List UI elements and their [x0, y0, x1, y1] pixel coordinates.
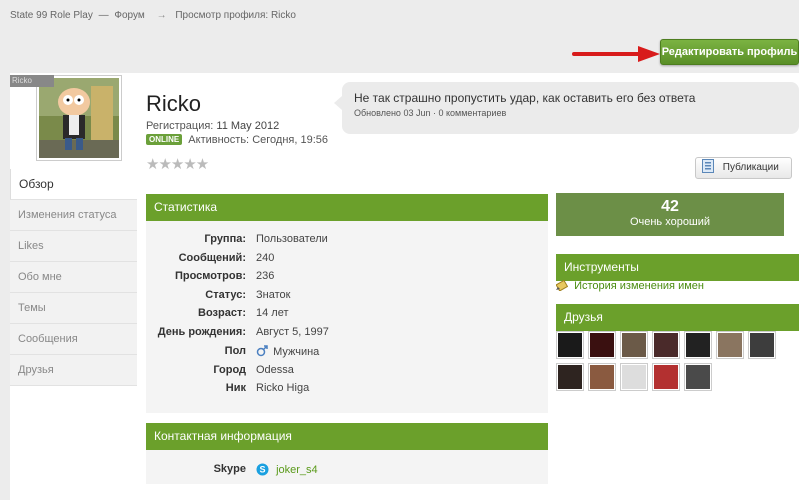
reputation-label: Очень хороший	[629, 216, 711, 228]
friend-avatar[interactable]	[620, 331, 648, 359]
registration-label: Регистрация:	[146, 120, 214, 132]
friend-avatar[interactable]	[684, 331, 712, 359]
friend-avatar-image	[558, 333, 582, 357]
publications-button[interactable]: Публикации	[695, 157, 792, 179]
skype-value-wrap: S joker_s4	[256, 463, 318, 476]
breadcrumb-separator: →	[156, 10, 167, 21]
profile-main: Ricko Обзор Изменения статуса Likes Обо …	[10, 73, 799, 500]
svg-text:S: S	[259, 465, 265, 475]
sidenav-item-friends[interactable]: Друзья	[10, 355, 137, 386]
stat-key: Город	[213, 364, 246, 376]
publications-label: Публикации	[722, 162, 779, 173]
sidenav-item-overview[interactable]: Обзор	[10, 169, 137, 200]
sidenav-item-likes[interactable]: Likes	[10, 231, 137, 262]
friend-avatar-image	[654, 365, 678, 389]
document-icon	[702, 159, 714, 181]
friend-avatar[interactable]	[556, 363, 584, 391]
stat-value: Пользователи	[256, 233, 328, 245]
skype-link[interactable]: joker_s4	[276, 464, 318, 476]
breadcrumb-dash: —	[98, 10, 109, 21]
male-icon	[256, 345, 268, 357]
status-comments-link[interactable]: 0 комментариев	[439, 108, 507, 118]
friend-avatar-image	[590, 365, 614, 389]
friend-avatar[interactable]	[716, 331, 744, 359]
tools-header: Инструменты	[556, 254, 799, 281]
friend-avatar-image	[686, 333, 710, 357]
friends-header: Друзья	[556, 304, 799, 331]
profile-name: Ricko	[146, 91, 202, 116]
avatar-image	[39, 78, 119, 158]
skype-label: Skype	[213, 463, 246, 475]
activity-value: Сегодня, 19:56	[252, 134, 328, 146]
friend-avatar[interactable]	[684, 363, 712, 391]
stats-header: Статистика	[146, 194, 548, 221]
stat-value: 240	[256, 252, 275, 264]
stat-key: Просмотров:	[174, 270, 246, 282]
stat-value: Август 5, 1997	[256, 326, 329, 338]
gender-value: Мужчина	[273, 346, 320, 358]
friend-avatar-image	[718, 333, 742, 357]
status-bubble: Не так страшно пропустить удар, как оста…	[334, 82, 799, 134]
friend-avatar-image	[558, 365, 582, 389]
friend-avatar-image	[686, 365, 710, 389]
stat-key: Статус:	[205, 289, 246, 301]
stat-value-gender: Мужчина	[256, 345, 319, 358]
sidenav-item-status-changes[interactable]: Изменения статуса	[10, 200, 137, 231]
stat-value: 236	[256, 270, 275, 282]
stat-value: Ricko Higa	[256, 382, 310, 394]
rating-stars[interactable]: ★★★★★	[146, 155, 209, 173]
stat-value: Odessa	[256, 364, 294, 376]
stat-key: Возраст:	[198, 307, 246, 319]
friend-avatar[interactable]	[556, 331, 584, 359]
breadcrumb-forum-link[interactable]: Форум	[114, 10, 144, 21]
stat-value: 14 лет	[256, 307, 289, 319]
photo-tag: Ricko	[10, 75, 54, 87]
edit-profile-button[interactable]: Редактировать профиль	[660, 39, 799, 65]
breadcrumb: State 99 Role Play — Форум → Просмотр пр…	[10, 10, 299, 21]
breadcrumb-current: Просмотр профиля: Ricko	[175, 10, 296, 21]
profile-photo[interactable]	[36, 75, 122, 161]
friend-avatar-image	[654, 333, 678, 357]
friend-avatar[interactable]	[588, 363, 616, 391]
name-history-label: История изменения имен	[574, 280, 704, 292]
sidenav-item-posts[interactable]: Сообщения	[10, 324, 137, 355]
online-badge: ONLINE	[146, 134, 183, 145]
reputation-value: 42	[661, 198, 679, 215]
stat-key: День рождения:	[157, 326, 246, 338]
sidenav-item-topics[interactable]: Темы	[10, 293, 137, 324]
friend-avatar[interactable]	[748, 331, 776, 359]
registration-info: Регистрация: 11 May 2012	[146, 120, 279, 132]
friend-avatar-image	[750, 333, 774, 357]
reputation-box: 42 Очень хороший	[556, 193, 784, 236]
activity-info: ONLINE Активность: Сегодня, 19:56	[146, 134, 328, 146]
stat-key: Ник	[225, 382, 246, 394]
status-dot: ·	[432, 108, 436, 118]
pencil-icon	[556, 279, 568, 291]
breadcrumb-site-link[interactable]: State 99 Role Play	[10, 10, 93, 21]
status-updated: Обновлено 03 Jun	[354, 108, 431, 118]
stats-panel: Группа: Пользователи Сообщений: 240 Прос…	[146, 221, 548, 413]
stat-key: Пол	[224, 345, 246, 357]
sidenav-item-about[interactable]: Обо мне	[10, 262, 137, 293]
friend-avatar[interactable]	[588, 331, 616, 359]
status-text: Не так страшно пропустить удар, как оста…	[354, 91, 696, 105]
skype-icon: S	[256, 463, 269, 476]
status-meta: Обновлено 03 Jun · 0 комментариев	[354, 108, 787, 118]
red-arrow-icon	[572, 46, 660, 62]
contact-header: Контактная информация	[146, 423, 548, 450]
registration-date: 11 May 2012	[216, 120, 280, 132]
friend-avatar[interactable]	[652, 331, 680, 359]
profile-sidenav: Обзор Изменения статуса Likes Обо мне Те…	[10, 169, 137, 386]
stat-key: Сообщений:	[178, 252, 246, 264]
friend-avatar[interactable]	[652, 363, 680, 391]
activity-label: Активность:	[188, 134, 250, 146]
stat-value: Знаток	[256, 289, 291, 301]
friend-avatar-image	[622, 333, 646, 357]
friend-avatar[interactable]	[620, 363, 648, 391]
friend-avatar-image	[622, 365, 646, 389]
name-history-link[interactable]: История изменения имен	[556, 279, 704, 292]
contact-panel: Skype S joker_s4	[146, 450, 548, 484]
friend-avatar-image	[590, 333, 614, 357]
stat-key: Группа:	[204, 233, 246, 245]
